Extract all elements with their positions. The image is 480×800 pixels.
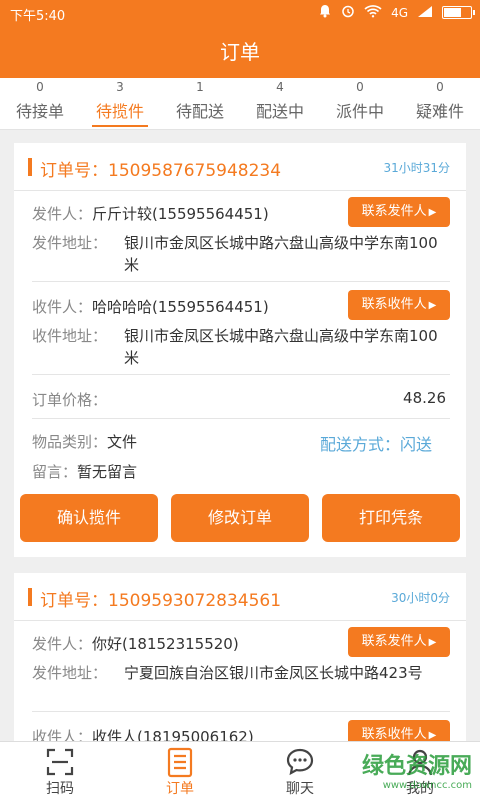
sender-address: 发件地址： 宁夏回族自治区银川市金凤区长城中路423号 bbox=[32, 662, 450, 684]
tab-delivering[interactable]: 4 配送中 bbox=[240, 78, 320, 130]
confirm-pickup-button[interactable]: 确认揽件 bbox=[20, 494, 158, 542]
tab-label: 配送中 bbox=[255, 102, 304, 121]
watermark-url: www.downcc.com bbox=[382, 780, 472, 791]
divider bbox=[32, 374, 450, 375]
status-time: 下午5:40 bbox=[10, 9, 66, 24]
status-bar: 下午5:40 4G bbox=[0, 0, 480, 26]
nav-label: 聊天 bbox=[286, 781, 314, 797]
message-label: 留言： bbox=[32, 463, 78, 481]
order-number: 订单号：1509593072834561 bbox=[40, 591, 282, 611]
order-list-icon bbox=[140, 746, 220, 778]
divider bbox=[32, 418, 450, 419]
tab-count: 3 bbox=[116, 80, 124, 94]
contact-receiver-label: 联系收件人 bbox=[361, 297, 427, 312]
nav-chat[interactable]: 聊天 bbox=[260, 742, 340, 800]
nav-scan[interactable]: 扫码 bbox=[20, 742, 100, 800]
receiver-address: 收件地址： 银川市金凤区长城中路六盘山高级中学东南100米 bbox=[32, 325, 450, 369]
order-card: 订单号：1509587675948234 31小时31分 发件人：斤斤计较(15… bbox=[14, 143, 466, 557]
price-label: 订单价格： bbox=[32, 391, 108, 409]
wifi-icon bbox=[364, 4, 382, 21]
receiver-address-label: 收件地址： bbox=[32, 327, 108, 345]
sender-address: 发件地址： 银川市金凤区长城中路六盘山高级中学东南100米 bbox=[32, 232, 450, 276]
tab-pending-accept[interactable]: 0 待接单 bbox=[0, 78, 80, 130]
tab-pending-pickup[interactable]: 3 待揽件 bbox=[80, 78, 160, 130]
category-value: 文件 bbox=[107, 433, 138, 451]
print-receipt-button[interactable]: 打印凭条 bbox=[322, 494, 460, 542]
nav-label: 订单 bbox=[166, 781, 194, 797]
tab-count: 0 bbox=[436, 80, 444, 94]
battery-icon bbox=[442, 6, 475, 19]
contact-sender-label: 联系发件人 bbox=[361, 634, 427, 649]
signal-icon bbox=[417, 5, 433, 21]
order-status-tabs: 0 待接单 3 待揽件 1 待配送 4 配送中 0 派件中 0 疑难件 bbox=[0, 78, 480, 130]
nav-label: 扫码 bbox=[46, 781, 74, 797]
receiver-label: 收件人： bbox=[32, 298, 93, 316]
elapsed-time: 30小时0分 bbox=[391, 591, 450, 605]
sender-label: 发件人： bbox=[32, 635, 93, 653]
order-card-header: 订单号：1509587675948234 31小时31分 bbox=[14, 143, 466, 191]
order-number: 订单号：1509587675948234 bbox=[40, 161, 282, 181]
chat-icon bbox=[260, 746, 340, 778]
tab-label: 派件中 bbox=[335, 102, 384, 121]
contact-receiver-button[interactable]: 联系收件人 ▶ bbox=[348, 290, 450, 320]
watermark: 绿色资源网 www.downcc.com bbox=[362, 748, 472, 791]
sender-address-value: 宁夏回族自治区银川市金凤区长城中路423号 bbox=[124, 664, 423, 682]
sender-address-value: 银川市金凤区长城中路六盘山高级中学东南100米 bbox=[124, 234, 438, 274]
tab-count: 1 bbox=[196, 80, 204, 94]
play-icon: ▶ bbox=[428, 637, 437, 648]
accent-bar bbox=[28, 588, 32, 606]
contact-receiver-label: 联系收件人 bbox=[361, 727, 427, 741]
divider bbox=[32, 281, 450, 282]
contact-sender-button[interactable]: 联系发件人 ▶ bbox=[348, 197, 450, 227]
tab-label: 待配送 bbox=[175, 102, 224, 121]
message-row: 留言：暂无留言 bbox=[32, 461, 450, 482]
elapsed-time: 31小时31分 bbox=[383, 161, 450, 175]
tab-dispatching[interactable]: 0 派件中 bbox=[320, 78, 400, 130]
tab-count: 4 bbox=[276, 80, 284, 94]
price-value: 48.26 bbox=[403, 389, 446, 407]
receiver-label: 收件人： bbox=[32, 728, 93, 741]
network-type: 4G bbox=[391, 5, 408, 20]
contact-sender-button[interactable]: 联系发件人 ▶ bbox=[348, 627, 450, 657]
receiver-value: 哈哈哈哈(15595564451) bbox=[92, 298, 269, 316]
tab-problem[interactable]: 0 疑难件 bbox=[400, 78, 480, 130]
tab-count: 0 bbox=[36, 80, 44, 94]
watermark-title: 绿色资源网 bbox=[361, 754, 472, 779]
sender-label: 发件人： bbox=[32, 205, 93, 223]
page-title: 订单 bbox=[0, 26, 480, 78]
sender-address-label: 发件地址： bbox=[32, 664, 108, 682]
tab-label: 待揽件 bbox=[95, 102, 144, 121]
tab-label: 待接单 bbox=[15, 102, 64, 121]
play-icon: ▶ bbox=[428, 730, 437, 741]
play-icon: ▶ bbox=[428, 207, 437, 218]
receiver-address-value: 银川市金凤区长城中路六盘山高级中学东南100米 bbox=[124, 327, 438, 367]
nav-orders[interactable]: 订单 bbox=[140, 742, 220, 800]
contact-receiver-button[interactable]: 联系收件人 ▶ bbox=[348, 720, 450, 741]
alarm-icon bbox=[341, 4, 355, 21]
delivery-method: 配送方式：闪送 bbox=[319, 435, 432, 454]
play-icon: ▶ bbox=[428, 300, 437, 311]
status-icons: 4G bbox=[318, 4, 475, 21]
category-label: 物品类别： bbox=[32, 433, 108, 451]
price-row: 订单价格： bbox=[32, 389, 450, 410]
divider bbox=[32, 711, 450, 712]
order-card-header: 订单号：1509593072834561 30小时0分 bbox=[14, 573, 466, 621]
tab-label: 疑难件 bbox=[415, 102, 464, 121]
sender-address-label: 发件地址： bbox=[32, 234, 108, 252]
sender-value: 你好(18152315520) bbox=[92, 635, 239, 653]
accent-bar bbox=[28, 158, 32, 176]
contact-sender-label: 联系发件人 bbox=[361, 204, 427, 219]
tab-count: 0 bbox=[356, 80, 364, 94]
receiver-value: 收件人(18195006162) bbox=[92, 728, 254, 741]
bell-icon bbox=[318, 4, 332, 21]
scan-icon bbox=[20, 746, 100, 778]
message-value: 暂无留言 bbox=[77, 463, 138, 481]
sender-value: 斤斤计较(15595564451) bbox=[92, 205, 269, 223]
order-card: 订单号：1509593072834561 30小时0分 发件人：你好(18152… bbox=[14, 573, 466, 741]
edit-order-button[interactable]: 修改订单 bbox=[171, 494, 309, 542]
tab-pending-delivery[interactable]: 1 待配送 bbox=[160, 78, 240, 130]
